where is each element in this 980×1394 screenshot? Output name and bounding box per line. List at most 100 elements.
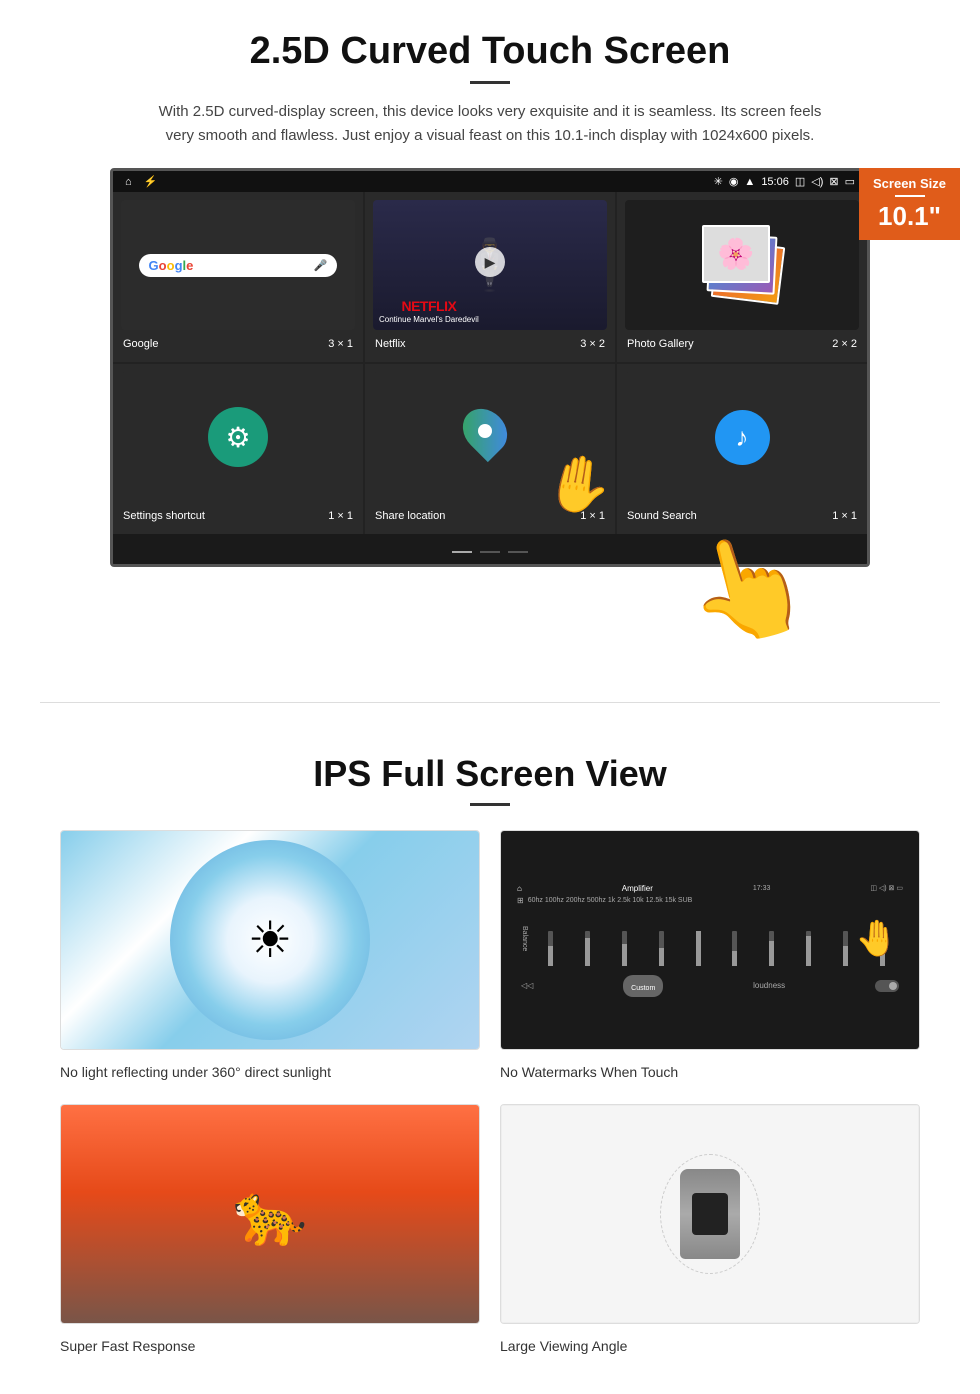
location-icon: ◉ <box>729 175 739 188</box>
screen-size-badge: Screen Size 10.1" <box>859 168 960 240</box>
dot2 <box>480 551 500 553</box>
gallery-label-row: Photo Gallery 2 × 2 <box>625 334 859 354</box>
amp-bar6 <box>718 931 752 966</box>
netflix-label-row: Netflix 3 × 2 <box>373 334 607 354</box>
netflix-info: NETFLIX Continue Marvel's Daredevil <box>379 298 479 324</box>
car-visual <box>501 1105 919 1323</box>
amp-hand-icon: 🤚 <box>855 918 899 959</box>
amp-home: ⌂ <box>517 884 522 893</box>
sunlight-visual: ☀ <box>61 831 479 1049</box>
amp-bar4 <box>644 931 678 966</box>
sound-cell-content: ♪ <box>625 372 859 502</box>
badge-title: Screen Size <box>873 176 946 191</box>
section-divider <box>40 702 940 703</box>
feature-img-sunlight: ☀ <box>60 830 480 1050</box>
gallery-cell-content: 🌸 <box>625 200 859 330</box>
cheetah-icon: 🐆 <box>233 1179 308 1250</box>
app-cell-netflix[interactable]: 🕴 ▶ NETFLIX Continue Marvel's Daredevil … <box>365 192 615 362</box>
sound-app-grid: 1 × 1 <box>832 510 857 522</box>
amplifier-visual: ⌂ Amplifier 17:33 ◫ ◁) ⊠ ▭ ⊞ 60hz 100hz … <box>501 831 919 1049</box>
section2-title: IPS Full Screen View <box>60 753 920 795</box>
netflix-cell-content: 🕴 ▶ NETFLIX Continue Marvel's Daredevil <box>373 200 607 330</box>
netflix-play-button[interactable]: ▶ <box>475 247 505 277</box>
section2-divider <box>470 803 510 806</box>
google-cell-content: Google 🎤 <box>121 200 355 330</box>
close-icon: ⊠ <box>829 175 838 188</box>
usb-icon: ⚡ <box>144 175 158 188</box>
app-cell-google[interactable]: Google 🎤 Google 3 × 1 <box>113 192 363 362</box>
feature-label-speed: Super Fast Response <box>60 1334 480 1358</box>
sun-icon: ☀ <box>248 911 293 969</box>
app-cell-settings[interactable]: ⚙ Settings shortcut 1 × 1 <box>113 364 363 534</box>
amp-bar5-track <box>696 931 701 966</box>
netflix-logo: NETFLIX <box>379 298 479 314</box>
amp-toggle[interactable] <box>875 980 899 992</box>
google-app-grid: 3 × 1 <box>328 338 353 350</box>
amp-bar8-fill <box>806 936 811 966</box>
amp-bar3-track <box>622 931 627 966</box>
car-body <box>680 1169 740 1259</box>
google-label-row: Google 3 × 1 <box>121 334 355 354</box>
device-screen: ⌂ ⚡ ✳ ◉ ▲ 15:06 ◫ ◁) ⊠ ▭ <box>110 168 870 567</box>
section1-divider <box>470 81 510 84</box>
badge-size: 10.1" <box>873 201 946 232</box>
amp-bars-container <box>534 911 899 966</box>
amp-loudness-label: loudness <box>753 981 785 990</box>
feature-img-watermarks: ⌂ Amplifier 17:33 ◫ ◁) ⊠ ▭ ⊞ 60hz 100hz … <box>500 830 920 1050</box>
amp-controls: ⊞ 60hz 100hz 200hz 500hz 1k 2.5k 10k 12.… <box>517 896 903 905</box>
google-app-name: Google <box>123 338 158 350</box>
amp-bar2 <box>571 931 605 966</box>
status-bar: ⌂ ⚡ ✳ ◉ ▲ 15:06 ◫ ◁) ⊠ ▭ <box>113 171 867 192</box>
google-mic-icon[interactable]: 🎤 <box>314 259 328 272</box>
page-dots <box>113 534 867 564</box>
share-app-name: Share location <box>375 510 445 522</box>
settings-app-grid: 1 × 1 <box>328 510 353 522</box>
amp-bar2-fill <box>585 938 590 966</box>
status-left: ⌂ ⚡ <box>125 175 157 188</box>
feature-img-speed: 🐆 <box>60 1104 480 1324</box>
amp-eq-bars: Balance <box>517 909 903 969</box>
feature-sunlight: ☀ No light reflecting under 360° direct … <box>60 830 480 1084</box>
amp-toggle-knob <box>889 982 897 990</box>
netflix-app-grid: 3 × 2 <box>580 338 605 350</box>
google-logo: Google <box>149 258 194 273</box>
app-cell-gallery[interactable]: 🌸 Photo Gallery 2 × 2 <box>617 192 867 362</box>
sunlight-content: ☀ <box>170 840 370 1040</box>
settings-cell-content: ⚙ <box>121 372 355 502</box>
section1-description: With 2.5D curved-display screen, this de… <box>150 100 830 148</box>
amp-top-bar: ⌂ Amplifier 17:33 ◫ ◁) ⊠ ▭ <box>517 884 903 893</box>
amp-custom-label: Custom <box>631 985 655 992</box>
device-wrapper: Screen Size 10.1" ⌂ ⚡ ✳ ◉ ▲ 15:06 <box>110 168 870 567</box>
flower-icon: 🌸 <box>717 237 754 272</box>
amp-eq-icon: ⊞ <box>517 896 524 905</box>
window-icon: ▭ <box>845 175 855 188</box>
feature-label-watermarks: No Watermarks When Touch <box>500 1060 920 1084</box>
wifi-icon: ▲ <box>744 176 755 188</box>
sound-label-row: Sound Search 1 × 1 <box>625 506 859 526</box>
app-cell-sound[interactable]: ♪ Sound Search 1 × 1 <box>617 364 867 534</box>
dot3 <box>508 551 528 553</box>
status-right: ✳ ◉ ▲ 15:06 ◫ ◁) ⊠ ▭ <box>714 175 855 188</box>
amp-labels: 60hz 100hz 200hz 500hz 1k 2.5k 10k 12.5k… <box>528 897 693 904</box>
amp-balance-label: Balance <box>521 926 528 951</box>
app-cell-share[interactable]: 🤚 Share location 1 × 1 <box>365 364 615 534</box>
google-search-bar[interactable]: Google 🎤 <box>139 254 338 277</box>
amp-time: 17:33 <box>753 885 771 892</box>
amp-bar7 <box>755 931 789 966</box>
amp-bar6-track <box>732 931 737 966</box>
amp-bar4-fill <box>659 948 664 966</box>
amp-title-text: Amplifier <box>622 884 653 893</box>
home-icon[interactable]: ⌂ <box>125 176 132 188</box>
car-roof <box>692 1193 728 1235</box>
amp-custom-btn[interactable]: Custom <box>623 975 663 997</box>
feature-angle: Large Viewing Angle <box>500 1104 920 1358</box>
amp-icons: ◫ ◁) ⊠ ▭ <box>870 884 903 892</box>
touch-hand-icon: 🤚 <box>538 447 617 523</box>
gallery-card-front: 🌸 <box>702 225 770 283</box>
volume-icon: ◁) <box>811 175 823 188</box>
gmaps-pin <box>454 400 516 462</box>
gallery-app-name: Photo Gallery <box>627 338 694 350</box>
app-grid: Google 🎤 Google 3 × 1 <box>113 192 867 534</box>
amp-bar5 <box>681 931 715 966</box>
amp-footer-bar: ◁◁ Custom loudness <box>517 975 903 997</box>
